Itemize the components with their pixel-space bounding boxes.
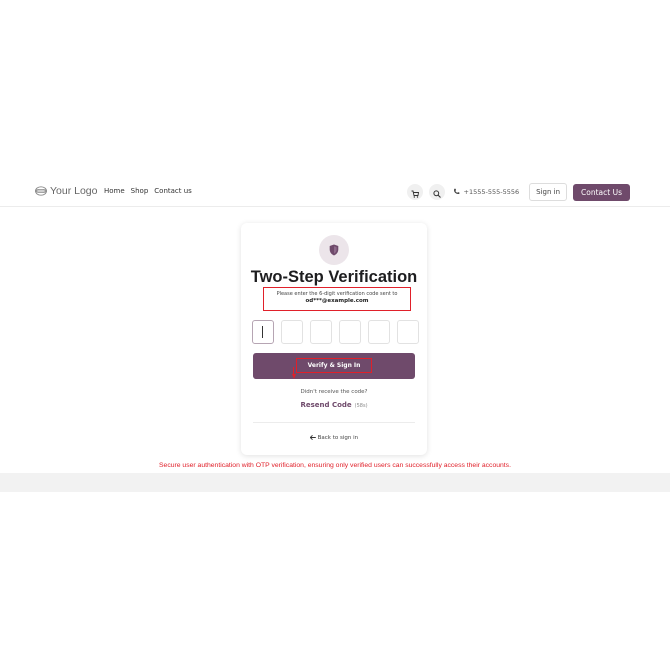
cart-icon (411, 183, 419, 202)
otp-digit-5[interactable] (368, 320, 390, 344)
resend-timer: (58s) (354, 403, 368, 409)
phone-number: +1555-555-5556 (463, 188, 520, 196)
sign-in-button[interactable]: Sign in (529, 183, 568, 201)
arrow-left-icon (309, 434, 318, 441)
verify-sign-in-button[interactable]: Verify & Sign In (253, 353, 415, 379)
page-title: Two-Step Verification (250, 268, 418, 286)
logo[interactable]: Your Logo (35, 185, 98, 197)
otp-input-group (252, 320, 419, 344)
instructions-text: Please enter the 6-digit verification co… (276, 291, 398, 297)
phone-link[interactable]: +1555-555-5556 (453, 188, 520, 197)
back-label: Back to sign in (317, 435, 359, 441)
contact-us-button[interactable]: Contact Us (573, 183, 630, 201)
logo-icon (35, 186, 47, 196)
nav-home[interactable]: Home (104, 187, 125, 195)
no-code-text: Didn't receive the code? (300, 389, 368, 395)
site-header: Your Logo Home Shop Contact us +1555-555… (0, 178, 670, 207)
masked-email: od***@example.com (305, 298, 369, 304)
resend-label: Resend Code (300, 401, 352, 409)
verify-highlight: Verify & Sign In (296, 358, 372, 373)
annotation-pointer (292, 374, 296, 379)
nav-contact-us[interactable]: Contact us (154, 187, 192, 195)
nav-shop[interactable]: Shop (131, 187, 149, 195)
description-highlight: Please enter the 6-digit verification co… (263, 287, 411, 311)
otp-digit-6[interactable] (397, 320, 419, 344)
shield-icon (329, 241, 339, 260)
divider (253, 422, 415, 423)
otp-digit-1[interactable] (252, 320, 274, 344)
footer-strip (0, 473, 670, 492)
back-to-sign-in-link[interactable]: Back to sign in (241, 434, 427, 441)
main-nav: Home Shop Contact us (104, 187, 192, 195)
shield-badge (319, 235, 349, 265)
search-icon (432, 183, 441, 202)
otp-digit-4[interactable] (339, 320, 361, 344)
logo-text: Your Logo (50, 185, 98, 197)
verification-card: Two-Step Verification Please enter the 6… (241, 223, 427, 455)
verify-label: Verify & Sign In (307, 362, 361, 369)
phone-icon (453, 188, 460, 197)
otp-digit-2[interactable] (281, 320, 303, 344)
resend-code-link[interactable]: Resend Code (58s) (241, 401, 427, 409)
search-button[interactable] (428, 183, 445, 202)
cart-button[interactable] (406, 183, 423, 202)
otp-digit-3[interactable] (310, 320, 332, 344)
header-actions: +1555-555-5556 Sign in Contact Us (406, 183, 630, 202)
caption: Secure user authentication with OTP veri… (159, 462, 511, 469)
